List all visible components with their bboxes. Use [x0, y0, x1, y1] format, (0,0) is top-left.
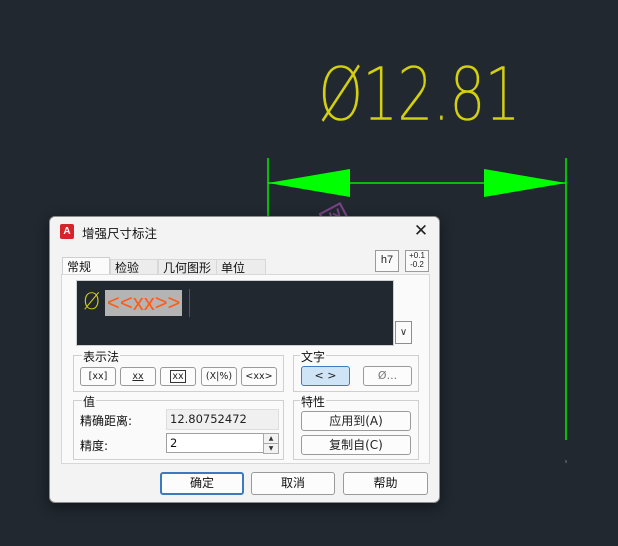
- properties-label: 特性: [300, 393, 327, 410]
- limits-lower: -0.2: [410, 260, 424, 269]
- enhanced-dimension-dialog: A 增强尺寸标注 ✕ 常规 检验 几何图形 单位 h7 +0.1 -0.2 Ø …: [49, 216, 440, 503]
- arrowhead-right: [484, 169, 566, 197]
- limits-upper: +0.1: [409, 251, 425, 260]
- close-icon[interactable]: ✕: [411, 221, 431, 241]
- notation-basic-button[interactable]: xx: [120, 367, 156, 386]
- notation-bracket-button[interactable]: [xx]: [80, 367, 116, 386]
- apply-to-button[interactable]: 应用到(A): [301, 411, 411, 431]
- notation-label: 表示法: [82, 348, 121, 365]
- precision-field[interactable]: 2: [166, 433, 265, 453]
- dimension-text: Ø12.81: [318, 52, 521, 138]
- autocad-app-icon: A: [60, 224, 74, 239]
- dialog-titlebar[interactable]: A 增强尺寸标注 ✕: [50, 217, 439, 247]
- ok-button[interactable]: 确定: [160, 472, 244, 495]
- fit-tolerance-button[interactable]: h7: [375, 250, 399, 272]
- cancel-button[interactable]: 取消: [251, 472, 335, 495]
- chevron-down-icon[interactable]: ∨: [395, 321, 412, 344]
- notation-percent-button[interactable]: (X|%): [201, 367, 237, 386]
- text-caret: [189, 289, 190, 317]
- notation-boxed-label: xx: [170, 370, 186, 383]
- precision-down-icon[interactable]: ▼: [263, 443, 279, 454]
- value-label: 值: [82, 393, 97, 410]
- notation-reference-button[interactable]: <xx>: [241, 367, 277, 386]
- dimension-text-editor[interactable]: Ø <<xx>>: [76, 280, 394, 346]
- default-text-button[interactable]: < >: [301, 366, 350, 386]
- help-button[interactable]: 帮助: [343, 472, 428, 495]
- text-label: 文字: [300, 348, 327, 365]
- exact-distance-value: 12.80752472: [166, 409, 279, 430]
- diameter-symbol: Ø: [83, 290, 101, 315]
- symbol-insert-button[interactable]: Ø...: [363, 366, 412, 386]
- selected-value-token[interactable]: <<xx>>: [105, 290, 183, 316]
- dialog-title: 增强尺寸标注: [82, 226, 158, 241]
- limits-tolerance-button[interactable]: +0.1 -0.2: [405, 250, 429, 272]
- notation-boxed-button[interactable]: xx: [160, 367, 196, 386]
- precision-label: 精度:: [80, 439, 109, 453]
- copy-from-button[interactable]: 复制自(C): [301, 435, 411, 455]
- exact-distance-label: 精确距离:: [80, 414, 133, 428]
